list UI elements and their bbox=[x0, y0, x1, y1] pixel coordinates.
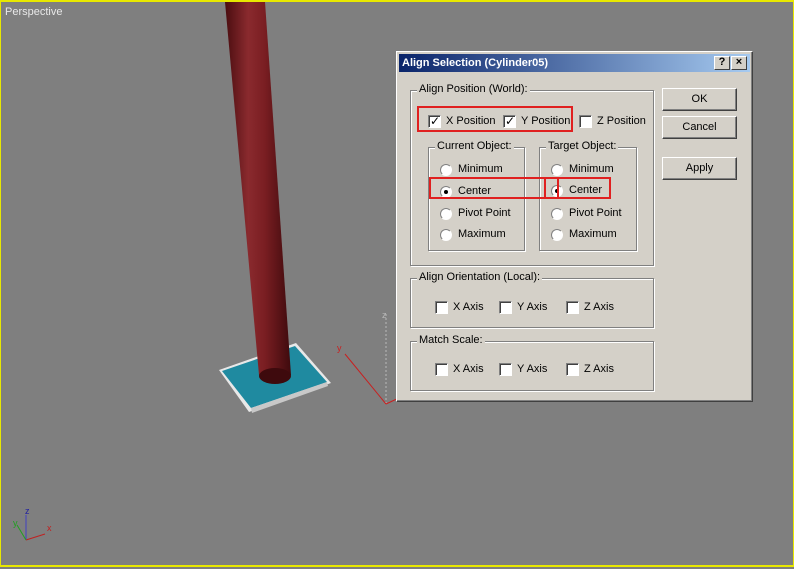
axis-x-label: x bbox=[47, 523, 52, 533]
align-orientation-label: Align Orientation (Local): bbox=[417, 271, 543, 283]
target-center-radio[interactable]: Center bbox=[551, 184, 631, 198]
current-minimum-radio[interactable]: Minimum bbox=[440, 163, 520, 177]
gizmo-y-label: y bbox=[337, 343, 342, 353]
target-object-label: Target Object: bbox=[546, 140, 619, 152]
current-pivot-point-radio[interactable]: Pivot Point bbox=[440, 207, 520, 221]
align-orientation-group: Align Orientation (Local): X Axis Y Axis… bbox=[410, 271, 654, 328]
current-pivot-point-radio-dot[interactable] bbox=[440, 208, 452, 220]
axis-z-label: z bbox=[25, 506, 30, 516]
orientation-z-axis-check[interactable] bbox=[566, 301, 579, 314]
x-position-label: X Position bbox=[446, 115, 496, 127]
close-icon: × bbox=[735, 56, 743, 68]
target-pivot-point-label: Pivot Point bbox=[569, 207, 622, 219]
target-center-label: Center bbox=[569, 184, 603, 196]
align-selection-dialog: Align Selection (Cylinder05) ? × Align P… bbox=[396, 51, 753, 402]
orientation-z-axis-checkbox[interactable]: Z Axis bbox=[566, 301, 626, 315]
z-position-label: Z Position bbox=[597, 115, 646, 127]
target-minimum-label: Minimum bbox=[569, 163, 614, 175]
scale-z-axis-checkbox[interactable]: Z Axis bbox=[566, 363, 626, 377]
scale-x-axis-label: X Axis bbox=[453, 363, 484, 375]
dialog-title: Align Selection (Cylinder05) bbox=[402, 57, 549, 69]
scale-y-axis-checkbox[interactable]: Y Axis bbox=[499, 363, 559, 377]
scale-y-axis-check[interactable] bbox=[499, 363, 512, 376]
target-pivot-point-radio[interactable]: Pivot Point bbox=[551, 207, 631, 221]
y-position-checkbox[interactable]: Y Position bbox=[503, 114, 583, 129]
cylinder-object[interactable] bbox=[225, 2, 291, 384]
apply-button[interactable]: Apply bbox=[662, 157, 737, 180]
scale-x-axis-checkbox[interactable]: X Axis bbox=[435, 363, 495, 377]
y-position-label: Y Position bbox=[521, 115, 571, 127]
help-icon: ? bbox=[718, 56, 726, 68]
target-object-group: Target Object: Minimum Center Pivot Poin… bbox=[539, 140, 637, 251]
current-minimum-radio-dot[interactable] bbox=[440, 164, 452, 176]
current-center-radio-dot[interactable] bbox=[440, 186, 452, 198]
target-minimum-radio[interactable]: Minimum bbox=[551, 163, 631, 177]
world-axis-tripod bbox=[16, 515, 46, 541]
orientation-x-axis-check[interactable] bbox=[435, 301, 448, 314]
orientation-x-axis-checkbox[interactable]: X Axis bbox=[435, 301, 495, 315]
gizmo-z-label: z bbox=[382, 310, 387, 320]
scale-z-axis-check[interactable] bbox=[566, 363, 579, 376]
current-maximum-radio[interactable]: Maximum bbox=[440, 228, 520, 242]
ok-button[interactable]: OK bbox=[662, 88, 737, 111]
current-object-group: Current Object: Minimum Center Pivot Poi… bbox=[428, 140, 525, 251]
current-object-label: Current Object: bbox=[435, 140, 514, 152]
match-scale-group: Match Scale: X Axis Y Axis Z Axis bbox=[410, 334, 654, 391]
current-maximum-radio-dot[interactable] bbox=[440, 229, 452, 241]
orientation-x-axis-label: X Axis bbox=[453, 301, 484, 313]
current-center-radio[interactable]: Center bbox=[440, 185, 520, 199]
current-maximum-label: Maximum bbox=[458, 228, 506, 240]
current-minimum-label: Minimum bbox=[458, 163, 503, 175]
target-maximum-radio[interactable]: Maximum bbox=[551, 228, 631, 242]
target-pivot-point-radio-dot[interactable] bbox=[551, 208, 563, 220]
target-minimum-radio-dot[interactable] bbox=[551, 164, 563, 176]
axis-y-label: y bbox=[13, 518, 18, 528]
orientation-y-axis-label: Y Axis bbox=[517, 301, 548, 313]
x-position-checkbox[interactable]: X Position bbox=[428, 114, 508, 129]
target-maximum-radio-dot[interactable] bbox=[551, 229, 563, 241]
help-button[interactable]: ? bbox=[714, 56, 730, 70]
cancel-button[interactable]: Cancel bbox=[662, 116, 737, 139]
align-position-group: Align Position (World): X Position Y Pos… bbox=[410, 83, 654, 266]
current-center-label: Center bbox=[458, 185, 492, 197]
scale-z-axis-label: Z Axis bbox=[584, 363, 614, 375]
orientation-z-axis-label: Z Axis bbox=[584, 301, 614, 313]
match-scale-label: Match Scale: bbox=[417, 334, 485, 346]
scale-x-axis-check[interactable] bbox=[435, 363, 448, 376]
y-position-check[interactable] bbox=[503, 114, 516, 128]
align-position-label: Align Position (World): bbox=[417, 83, 530, 95]
z-position-checkbox[interactable]: Z Position bbox=[579, 115, 653, 129]
target-center-radio-dot[interactable] bbox=[551, 185, 563, 197]
transform-gizmo[interactable] bbox=[344, 314, 402, 405]
target-maximum-label: Maximum bbox=[569, 228, 617, 240]
close-button[interactable]: × bbox=[731, 56, 747, 70]
orientation-y-axis-check[interactable] bbox=[499, 301, 512, 314]
dialog-titlebar[interactable]: Align Selection (Cylinder05) ? × bbox=[399, 54, 750, 72]
z-position-check[interactable] bbox=[579, 115, 592, 128]
orientation-y-axis-checkbox[interactable]: Y Axis bbox=[499, 301, 559, 315]
current-pivot-point-label: Pivot Point bbox=[458, 207, 511, 219]
x-position-check[interactable] bbox=[428, 114, 441, 128]
scale-y-axis-label: Y Axis bbox=[517, 363, 548, 375]
